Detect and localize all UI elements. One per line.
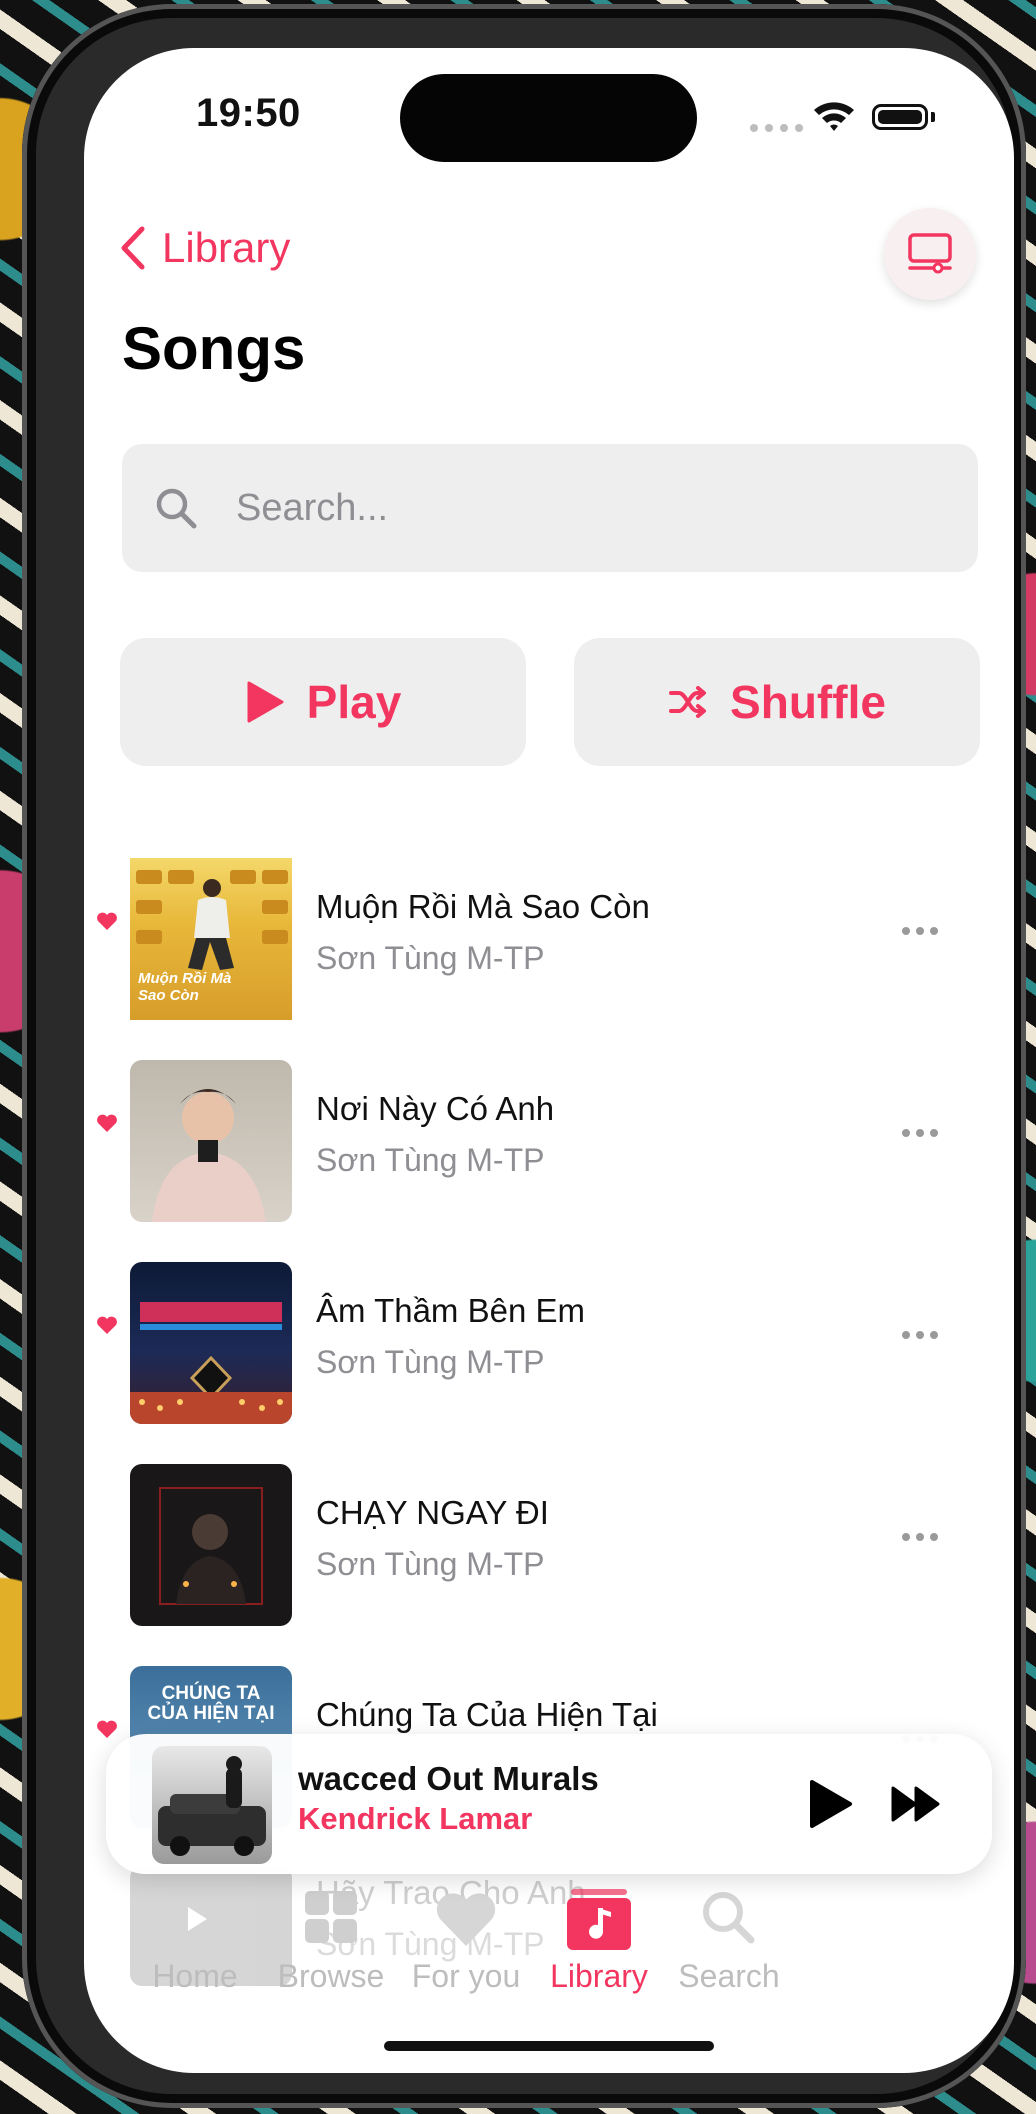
favorite-heart-icon bbox=[97, 912, 117, 930]
play-icon bbox=[247, 681, 284, 723]
song-artist: Sơn Tùng M-TP bbox=[316, 1142, 545, 1178]
search-input[interactable] bbox=[234, 485, 878, 531]
chevron-left-icon bbox=[121, 226, 145, 270]
fast-forward-icon[interactable] bbox=[890, 1784, 942, 1824]
shuffle-button[interactable]: Shuffle bbox=[574, 638, 980, 766]
album-art bbox=[130, 1060, 292, 1222]
status-time: 19:50 bbox=[196, 91, 301, 135]
song-row[interactable]: Âm Thầm Bên Em Sơn Tùng M-TP bbox=[84, 1222, 1014, 1424]
mini-player[interactable]: wacced Out Murals Kendrick Lamar bbox=[106, 1734, 992, 1874]
heart-icon bbox=[436, 1893, 496, 1946]
more-options-button[interactable] bbox=[902, 1129, 938, 1137]
display-button[interactable] bbox=[884, 208, 976, 300]
search-icon bbox=[156, 488, 197, 529]
page-title: Songs bbox=[122, 315, 306, 382]
search-bar[interactable] bbox=[122, 444, 978, 572]
shuffle-icon bbox=[669, 686, 707, 718]
album-art bbox=[130, 1262, 292, 1424]
play-label: Play bbox=[306, 676, 402, 728]
battery-icon bbox=[872, 104, 928, 130]
dynamic-island bbox=[400, 74, 697, 162]
music-note-icon bbox=[567, 1889, 631, 1950]
home-indicator bbox=[384, 2041, 714, 2051]
song-artist: Sơn Tùng M-TP bbox=[316, 1344, 545, 1380]
play-button[interactable]: Play bbox=[120, 638, 526, 766]
album-art-text: CHÚNG TA CỦA HIỆN TẠI bbox=[147, 1683, 275, 1724]
now-playing-artist: Kendrick Lamar bbox=[298, 1801, 533, 1836]
play-circle-icon bbox=[167, 1891, 223, 1947]
app-screen: 19:50 Library Songs Search... Play Shuff… bbox=[84, 48, 1014, 2073]
now-playing-title: wacced Out Murals bbox=[298, 1760, 599, 1797]
album-art-text: Muộn Rồi Mà Sao Còn bbox=[138, 970, 232, 1004]
back-label: Library bbox=[162, 224, 291, 271]
song-title: Muộn Rồi Mà Sao Còn bbox=[316, 888, 650, 925]
cellular-signal-icon bbox=[750, 124, 803, 132]
song-artist: Sơn Tùng M-TP bbox=[316, 940, 545, 976]
shuffle-label: Shuffle bbox=[730, 676, 886, 728]
more-options-button[interactable] bbox=[902, 1331, 938, 1339]
song-title: Chúng Ta Của Hiện Tại bbox=[316, 1696, 658, 1733]
grid-icon bbox=[305, 1891, 357, 1943]
tab-search[interactable]: Search bbox=[644, 1886, 814, 1995]
tab-label: Search bbox=[678, 1958, 780, 1994]
song-row[interactable]: Nơi Này Có Anh Sơn Tùng M-TP bbox=[84, 1020, 1014, 1222]
tab-bar: Home Browse For you Library Search bbox=[84, 1886, 1014, 2016]
song-row[interactable]: CHẠY NGAY ĐI Sơn Tùng M-TP bbox=[84, 1424, 1014, 1626]
album-art: Muộn Rồi Mà Sao Còn bbox=[130, 858, 292, 1020]
song-artist: Sơn Tùng M-TP bbox=[316, 1546, 545, 1582]
more-options-button[interactable] bbox=[902, 927, 938, 935]
playback-actions: Play Shuffle bbox=[120, 638, 980, 766]
favorite-heart-icon bbox=[97, 1720, 117, 1738]
monitor-icon bbox=[908, 233, 952, 274]
favorite-heart-icon bbox=[97, 1316, 117, 1334]
song-row[interactable]: Muộn Rồi Mà Sao Còn Muộn Rồi Mà Sao Còn … bbox=[84, 818, 1014, 1020]
wifi-icon bbox=[814, 102, 854, 131]
more-options-button[interactable] bbox=[902, 1533, 938, 1541]
phone-frame: 19:50 Library Songs Search... Play Shuff… bbox=[22, 4, 1026, 2108]
song-title: Nơi Này Có Anh bbox=[316, 1090, 555, 1127]
album-art bbox=[130, 1464, 292, 1626]
search-icon bbox=[703, 1892, 755, 1944]
song-title: CHẠY NGAY ĐI bbox=[316, 1494, 549, 1531]
play-icon[interactable] bbox=[806, 1778, 854, 1830]
back-button[interactable]: Library bbox=[118, 224, 290, 272]
battery-tip bbox=[931, 112, 935, 122]
favorite-heart-icon bbox=[97, 1114, 117, 1132]
now-playing-art bbox=[152, 1746, 272, 1864]
song-title: Âm Thầm Bên Em bbox=[316, 1292, 585, 1329]
